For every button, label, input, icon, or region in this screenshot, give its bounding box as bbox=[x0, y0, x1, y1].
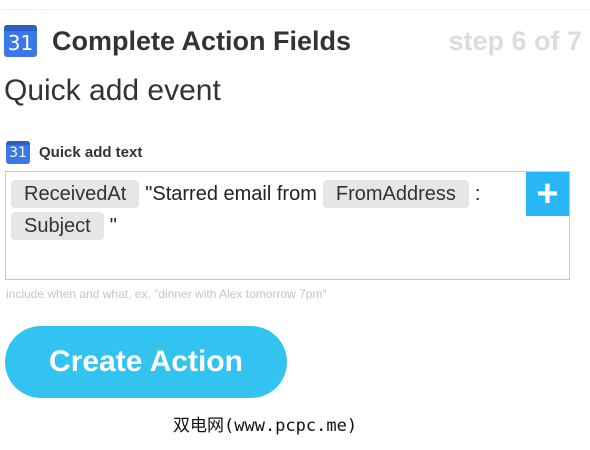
create-action-button[interactable]: Create Action bbox=[5, 326, 287, 398]
field-text: "Starred email from bbox=[145, 183, 317, 205]
plus-icon[interactable]: + bbox=[526, 172, 569, 216]
calendar-icon-top bbox=[4, 25, 37, 31]
token-received-at[interactable]: ReceivedAt bbox=[11, 180, 140, 208]
google-calendar-icon: 31 bbox=[6, 141, 30, 164]
header: 31 Complete Action Fields step 6 of 7 bbox=[4, 22, 586, 60]
field-text: : bbox=[474, 183, 481, 205]
field-label: Quick add text bbox=[39, 144, 143, 161]
quick-add-text-field[interactable]: ReceivedAt "Starred email from FromAddre… bbox=[5, 171, 570, 280]
token-subject[interactable]: Subject bbox=[11, 212, 104, 240]
step-indicator: step 6 of 7 bbox=[448, 26, 582, 56]
calendar-icon-number: 31 bbox=[7, 31, 34, 55]
action-name: Quick add event bbox=[4, 74, 221, 107]
token-from-address[interactable]: FromAddress bbox=[322, 180, 469, 208]
divider bbox=[0, 9, 590, 10]
field-line: Subject " bbox=[11, 212, 123, 240]
calendar-icon-number: 31 bbox=[9, 145, 27, 161]
help-text: include when and what, ex. "dinner with … bbox=[6, 287, 327, 301]
page-title: Complete Action Fields bbox=[52, 26, 352, 56]
field-text: " bbox=[109, 215, 117, 237]
google-calendar-icon: 31 bbox=[4, 25, 37, 57]
field-line: ReceivedAt "Starred email from FromAddre… bbox=[11, 180, 486, 208]
page: 31 Complete Action Fields step 6 of 7 Qu… bbox=[0, 0, 590, 450]
watermark: 双电网(www.pcpc.me) bbox=[173, 416, 358, 436]
